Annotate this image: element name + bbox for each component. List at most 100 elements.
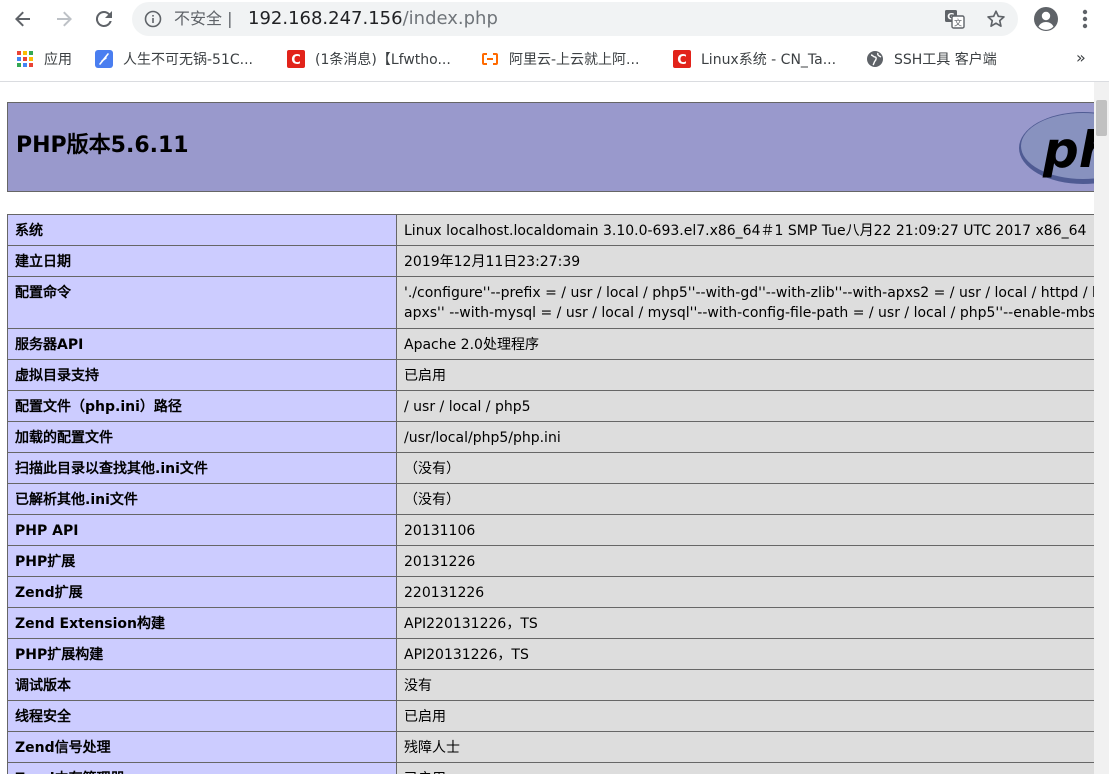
row-key: 扫描此目录以查找其他.ini文件 — [7, 452, 397, 484]
globe-icon — [867, 51, 883, 67]
table-row: PHP API 20131106 — [7, 514, 1094, 546]
page-scrollbar[interactable] — [1094, 82, 1109, 774]
table-row: 线程安全 已启用 — [7, 700, 1094, 732]
bookmark-aliyun[interactable]: 阿里云-上云就上阿... — [481, 48, 639, 70]
table-row: 虚拟目录支持 已启用 — [7, 359, 1094, 391]
row-value: / usr / local / php5 — [396, 390, 1094, 422]
row-key: Zend信号处理 — [7, 731, 397, 763]
bookmark-csdn-2[interactable]: C Linux系统 - CN_Ta... — [673, 48, 836, 70]
row-value: 残障人士 — [396, 731, 1094, 763]
translate-icon[interactable]: G 文 — [944, 9, 966, 29]
row-key: 建立日期 — [7, 245, 397, 277]
bookmark-label: Linux系统 - CN_Ta... — [701, 52, 837, 68]
row-value: 20131226 — [396, 545, 1094, 577]
bookmarks-overflow-button[interactable]: » — [1076, 48, 1086, 67]
row-key: PHP API — [7, 514, 397, 546]
row-value: 已启用 — [396, 762, 1094, 774]
reload-button[interactable] — [89, 4, 119, 34]
bookmarks-bar: 应用 人生不可无锅-51C... C (1条消息)【Lfwtho... 阿里云-… — [0, 38, 1109, 82]
table-row: 加载的配置文件/usr/local/php5/php.ini — [7, 421, 1094, 453]
table-row: PHP扩展 20131226 — [7, 545, 1094, 577]
row-key: Zend Extension构建 — [7, 607, 397, 639]
bookmark-apps[interactable]: 应用 — [16, 48, 72, 70]
table-row: 配置命令 './configure''--prefix = / usr / loc… — [7, 276, 1094, 329]
row-value: API20131226，TS — [396, 638, 1094, 670]
row-value: 已启用 — [396, 700, 1094, 732]
table-row: 建立日期 2019年12月11日23:27:39 — [7, 245, 1094, 277]
row-key: 配置命令 — [7, 276, 397, 329]
table-row: Zend Extension构建 API220131226，TS — [7, 607, 1094, 639]
row-value: （没有） — [396, 452, 1094, 484]
forward-button[interactable] — [49, 4, 79, 34]
browser-toolbar: 不安全 | 192.168.247.156/index.php G 文 — [0, 0, 1109, 38]
phpinfo-header: PHP版本5.6.11 ph — [7, 102, 1094, 192]
url-host: 192.168.247.156 — [248, 8, 403, 29]
row-key: Zend内存管理器 — [7, 762, 397, 774]
row-key: 已解析其他.ini文件 — [7, 483, 397, 515]
address-bar[interactable]: 不安全 | 192.168.247.156/index.php G 文 — [132, 2, 1018, 36]
bookmark-label: 人生不可无锅-51C... — [123, 52, 253, 68]
row-key: 加载的配置文件 — [7, 421, 397, 453]
back-icon — [15, 11, 30, 27]
csdn-icon: C — [287, 50, 305, 68]
table-row: 配置文件（php.ini）路径 / usr / local / php5 — [7, 390, 1094, 422]
svg-text:文: 文 — [954, 18, 962, 28]
row-value-line: apxs'' --with-mysql = / usr / local / my… — [404, 305, 1094, 321]
url-text[interactable]: 192.168.247.156/index.php — [248, 8, 498, 30]
row-key: Zend扩展 — [7, 576, 397, 608]
back-button[interactable] — [8, 4, 38, 34]
info-icon[interactable] — [144, 10, 162, 28]
row-key: PHP扩展构建 — [7, 638, 397, 670]
row-key: PHP扩展 — [7, 545, 397, 577]
bookmark-ssh[interactable]: SSH工具 客户端 — [866, 48, 997, 70]
bookmark-label: 阿里云-上云就上阿... — [509, 52, 640, 68]
row-value-line: './configure''--prefix = / usr / local /… — [404, 285, 1094, 301]
row-value: API220131226，TS — [396, 607, 1094, 639]
row-key: 配置文件（php.ini）路径 — [7, 390, 397, 422]
svg-text:ph: ph — [1042, 121, 1094, 179]
row-key: 服务器API — [7, 328, 397, 360]
row-value: /usr/local/php5/php.ini — [396, 421, 1094, 453]
profile-icon[interactable] — [1033, 6, 1059, 32]
bookmark-label: SSH工具 客户端 — [894, 52, 997, 68]
scrollbar-thumb[interactable] — [1096, 100, 1107, 136]
row-key: 调试版本 — [7, 669, 397, 701]
security-label: 不安全 | — [174, 9, 233, 28]
table-row: 系统 Linux localhost.localdomain 3.10.0-693… — [7, 214, 1094, 246]
bookmark-label: (1条消息)【Lfwtho... — [315, 52, 451, 68]
row-value: （没有） — [396, 483, 1094, 515]
table-row: 已解析其他.ini文件 （没有） — [7, 483, 1094, 515]
php-logo-icon: ph — [1019, 112, 1094, 184]
row-value: Linux localhost.localdomain 3.10.0-693.e… — [396, 214, 1094, 246]
bookmark-csdn-1[interactable]: C (1条消息)【Lfwtho... — [287, 48, 451, 70]
table-row: Zend内存管理器已启用 — [7, 762, 1094, 774]
apps-grid-icon — [17, 51, 33, 67]
row-value: 220131226 — [396, 576, 1094, 608]
feather-icon — [95, 50, 113, 68]
csdn-icon: C — [673, 50, 691, 68]
row-key: 虚拟目录支持 — [7, 359, 397, 391]
bookmark-label: 应用 — [44, 52, 72, 68]
svg-text:C: C — [677, 53, 687, 68]
star-icon[interactable] — [985, 8, 1007, 30]
table-row: 扫描此目录以查找其他.ini文件 （没有） — [7, 452, 1094, 484]
table-row: Zend信号处理 残障人士 — [7, 731, 1094, 763]
reload-icon — [95, 10, 112, 27]
row-value: 20131106 — [396, 514, 1094, 546]
svg-text:C: C — [291, 53, 301, 68]
row-value: 没有 — [396, 669, 1094, 701]
row-key: 系统 — [7, 214, 397, 246]
row-value: './configure''--prefix = / usr / local /… — [396, 276, 1094, 329]
page-title: PHP版本5.6.11 — [16, 133, 189, 158]
menu-icon[interactable] — [1073, 6, 1097, 32]
row-value: 已启用 — [396, 359, 1094, 391]
url-path: /index.php — [402, 8, 498, 29]
row-key: 线程安全 — [7, 700, 397, 732]
bookmark-51cto[interactable]: 人生不可无锅-51C... — [95, 48, 253, 70]
forward-icon — [57, 11, 72, 27]
table-row: Zend扩展 220131226 — [7, 576, 1094, 608]
table-row: 服务器API Apache 2.0处理程序 — [7, 328, 1094, 360]
aliyun-icon — [482, 53, 498, 65]
row-value: 2019年12月11日23:27:39 — [396, 245, 1094, 277]
table-row: 调试版本 没有 — [7, 669, 1094, 701]
